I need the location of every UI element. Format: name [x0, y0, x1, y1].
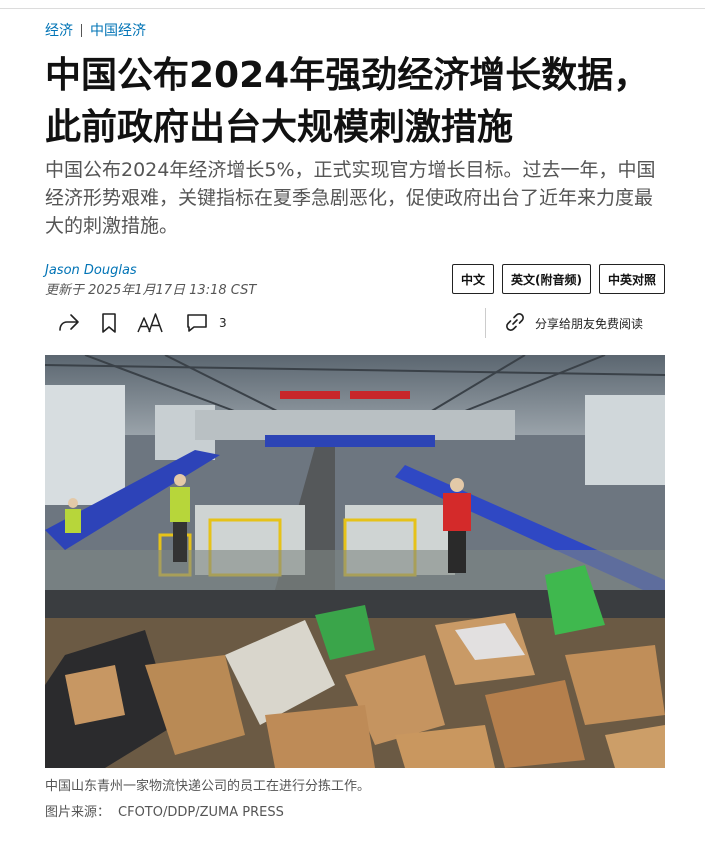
- image-credit: 图片来源： CFOTO/DDP/ZUMA PRESS: [45, 803, 284, 823]
- gift-article-label: 分享给朋友免费阅读: [535, 316, 644, 331]
- comment-button[interactable]: 3: [185, 310, 227, 336]
- top-divider: [0, 8, 705, 9]
- text-size-icon[interactable]: [137, 310, 163, 336]
- link-icon: [503, 310, 527, 337]
- comment-icon: [185, 312, 209, 334]
- toolbar-divider: [485, 308, 486, 338]
- updated-timestamp: 更新于 2025年1月17日 13:18 CST: [45, 283, 257, 298]
- article-headline: 中国公布2024年强劲经济增长数据，此前政府出台大规模刺激措施: [45, 55, 650, 148]
- article-toolbar: 3 分享给朋友免费阅读: [45, 306, 665, 340]
- english-audio-language-button[interactable]: 英文(附音频): [502, 264, 591, 294]
- gift-article-button[interactable]: 分享给朋友免费阅读: [503, 310, 643, 336]
- chinese-language-button[interactable]: 中文: [451, 264, 494, 294]
- breadcrumb-subsection-link[interactable]: 中国经济: [90, 20, 146, 40]
- language-switcher: 中文 英文(附音频) 中英对照: [451, 264, 665, 294]
- image-credit-label: 图片来源：: [45, 805, 111, 820]
- image-caption: 中国山东青州一家物流快递公司的员工在进行分拣工作。: [45, 779, 371, 794]
- breadcrumb-separator: [81, 23, 82, 37]
- bookmark-icon[interactable]: [101, 310, 117, 336]
- comment-count: 3: [219, 316, 227, 330]
- share-arrow-icon[interactable]: [57, 310, 81, 336]
- breadcrumb: 经济 中国经济: [45, 20, 146, 40]
- author-link[interactable]: Jason Douglas: [45, 262, 256, 279]
- hero-image: [45, 355, 665, 768]
- byline: Jason Douglas 更新于 2025年1月17日 13:18 CST: [45, 262, 256, 299]
- article-page: 经济 中国经济 中国公布2024年强劲经济增长数据，此前政府出台大规模刺激措施 …: [0, 0, 705, 843]
- bilingual-language-button[interactable]: 中英对照: [598, 264, 665, 294]
- image-credit-value: CFOTO/DDP/ZUMA PRESS: [118, 805, 284, 820]
- article-dek: 中国公布2024年经济增长5%，正式实现官方增长目标。过去一年，中国经济形势艰难…: [45, 159, 656, 237]
- breadcrumb-section-link[interactable]: 经济: [45, 20, 73, 40]
- warehouse-photo: [45, 355, 665, 768]
